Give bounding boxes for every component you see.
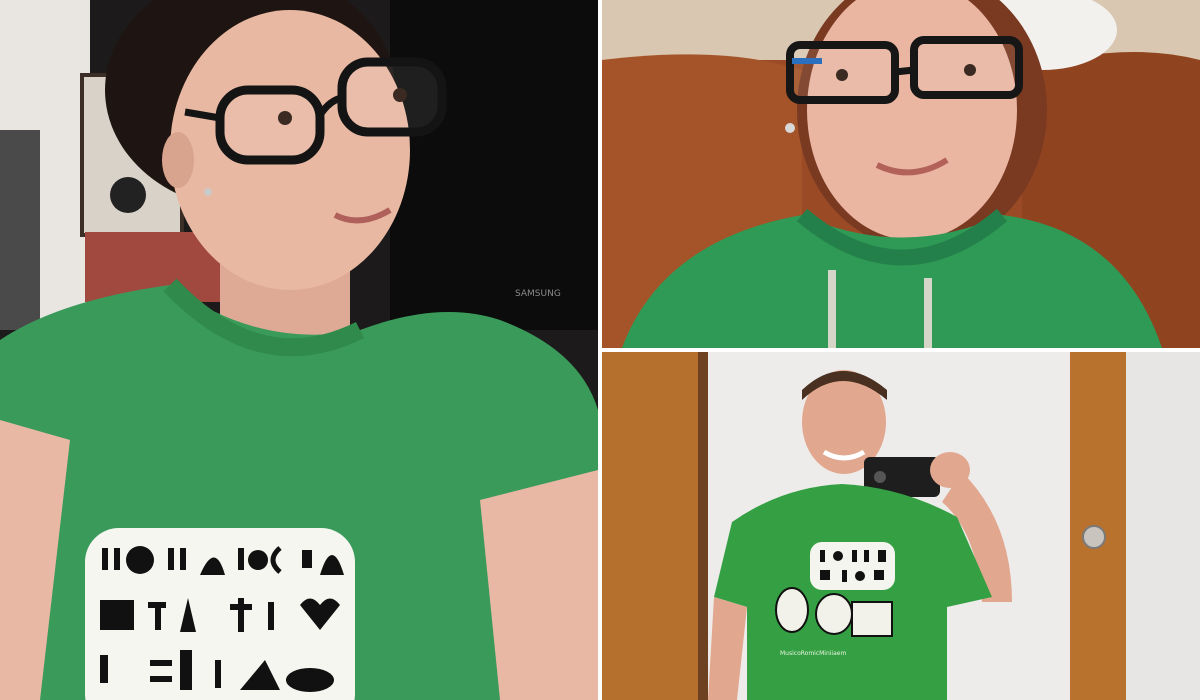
photo-woman-tshirt-image: SAMSUNG	[0, 0, 598, 700]
photo-man-mirror: MusicoRomicMiniiaem	[602, 352, 1200, 700]
photo-man-mirror-image: MusicoRomicMiniiaem	[602, 352, 1200, 700]
photo-woman-tshirt: SAMSUNG	[0, 0, 598, 700]
photo-woman-hoodie	[602, 0, 1200, 348]
shirt-caption: MusicoRomicMiniiaem	[780, 650, 846, 657]
tv-brand-label: SAMSUNG	[515, 289, 561, 299]
photo-woman-hoodie-image	[602, 0, 1200, 348]
